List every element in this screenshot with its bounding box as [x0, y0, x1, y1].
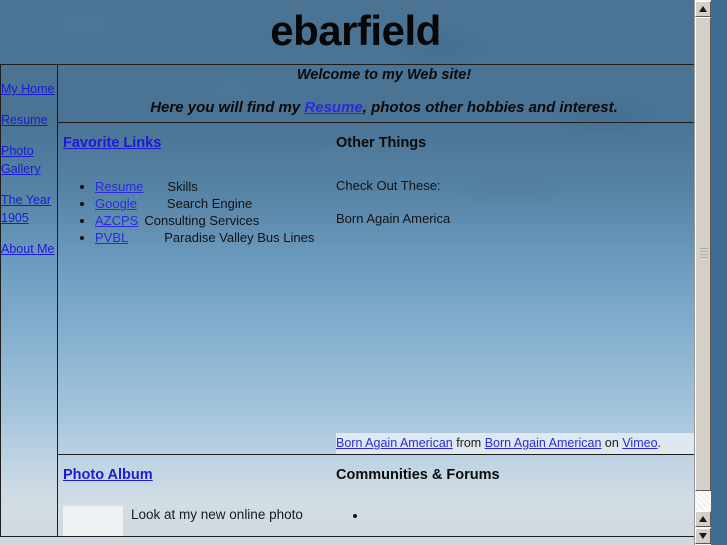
favorite-links-column: Favorite Links Resume Skills Google Search… [58, 123, 336, 454]
video-title-link[interactable]: Born Again American [336, 436, 453, 450]
triangle-up-icon [699, 6, 707, 12]
welcome-subline-before: Here you will find my [150, 99, 305, 116]
video-embed-area [336, 228, 704, 433]
triangle-up-icon [699, 516, 707, 522]
bottom-content: Photo Album Look at my new online photo … [57, 454, 711, 537]
bottom-columns: Photo Album Look at my new online photo … [58, 455, 710, 536]
welcome-subline: Here you will find my Resume, photos oth… [58, 99, 710, 116]
communities-column: Communities & Forums [336, 455, 710, 536]
list-item: PVBL Paradise Valley Bus Lines [95, 229, 336, 246]
scrollbar-grip-icon [700, 248, 708, 260]
welcome-banner: Welcome to my Web site! Here you will fi… [57, 64, 711, 123]
sidebar: My Home Resume Photo Gallery The Year 19… [0, 64, 58, 537]
photo-thumbnail-image [63, 506, 123, 536]
favorite-link-desc: Consulting Services [144, 213, 260, 228]
favorite-links-heading[interactable]: Favorite Links [63, 135, 161, 151]
favorite-link-azcps[interactable]: AZCPS [95, 213, 138, 228]
communities-heading: Communities & Forums [336, 467, 500, 483]
scroll-down-button[interactable] [695, 528, 711, 544]
main-content: Favorite Links Resume Skills Google Search… [57, 122, 711, 455]
vimeo-link[interactable]: Vimeo [622, 436, 657, 450]
page-title: ebarfield [270, 7, 441, 54]
sidebar-item-label[interactable]: The Year 1905 [1, 193, 51, 225]
scroll-up-button[interactable] [695, 1, 711, 17]
photo-album-blurb-text: Look at my new online photo [131, 507, 303, 522]
sidebar-item-about-me[interactable]: About Me [1, 240, 57, 258]
sidebar-item-resume[interactable]: Resume [1, 111, 57, 129]
video-author-link[interactable]: Born Again American [485, 436, 602, 450]
favorite-link-resume[interactable]: Resume [95, 179, 143, 194]
sidebar-nav: My Home Resume Photo Gallery The Year 19… [1, 80, 57, 258]
photo-album-blurb: Look at my new online photo [63, 506, 336, 536]
resume-link[interactable]: Resume [304, 99, 362, 116]
video-credit-on: on [601, 436, 623, 450]
other-things-heading: Other Things [336, 135, 427, 151]
communities-list [336, 507, 704, 524]
video-credit-tail: . [657, 436, 662, 450]
sidebar-item-label[interactable]: About Me [1, 242, 55, 256]
list-item: Resume Skills [95, 178, 336, 195]
scroll-up-button-secondary[interactable] [695, 511, 711, 527]
favorite-link-desc: Paradise Valley Bus Lines [164, 230, 315, 245]
sidebar-item-label[interactable]: Resume [1, 113, 48, 127]
sidebar-item-my-home[interactable]: My Home [1, 80, 57, 98]
sidebar-item-the-year-1905[interactable]: The Year 1905 [1, 191, 57, 227]
other-things-column: Other Things Check Out These: Born Again… [336, 123, 710, 454]
sidebar-item-label[interactable]: My Home [1, 82, 54, 96]
sidebar-item-photo-gallery[interactable]: Photo Gallery [1, 142, 57, 178]
page-canvas: ebarfield My Home Resume Photo Gallery T… [0, 0, 711, 545]
layout-table: My Home Resume Photo Gallery The Year 19… [0, 64, 711, 537]
list-item: AZCPS Consulting Services [95, 212, 336, 229]
favorite-link-desc: Search Engine [166, 196, 253, 211]
triangle-down-icon [699, 533, 707, 539]
favorite-link-pvbl[interactable]: PVBL [95, 230, 128, 245]
video-credit: Born Again American from Born Again Amer… [336, 433, 704, 454]
welcome-headline: Welcome to my Web site! [296, 67, 472, 83]
list-item: Google Search Engine [95, 195, 336, 212]
favorite-link-google[interactable]: Google [95, 196, 137, 211]
favorite-links-list: Resume Skills Google Search Engine AZCPS Co… [63, 178, 336, 246]
list-item [368, 507, 704, 524]
scrollbar-thumb[interactable] [695, 17, 711, 491]
photo-album-column: Photo Album Look at my new online photo [58, 455, 336, 536]
other-things-item: Born Again America [336, 211, 451, 226]
video-credit-from: from [452, 436, 485, 450]
site-banner: ebarfield [0, 0, 711, 64]
sidebar-item-label[interactable]: Photo Gallery [1, 144, 41, 176]
photo-album-heading[interactable]: Photo Album [63, 467, 153, 483]
welcome-subline-after: , photos other hobbies and interest. [362, 99, 618, 116]
favorite-link-desc: Skills [167, 179, 198, 194]
vertical-scrollbar[interactable] [694, 0, 711, 545]
other-things-intro: Check Out These: [336, 178, 441, 193]
scrollbar-track[interactable] [695, 17, 711, 511]
content-columns: Favorite Links Resume Skills Google Search… [58, 123, 710, 454]
